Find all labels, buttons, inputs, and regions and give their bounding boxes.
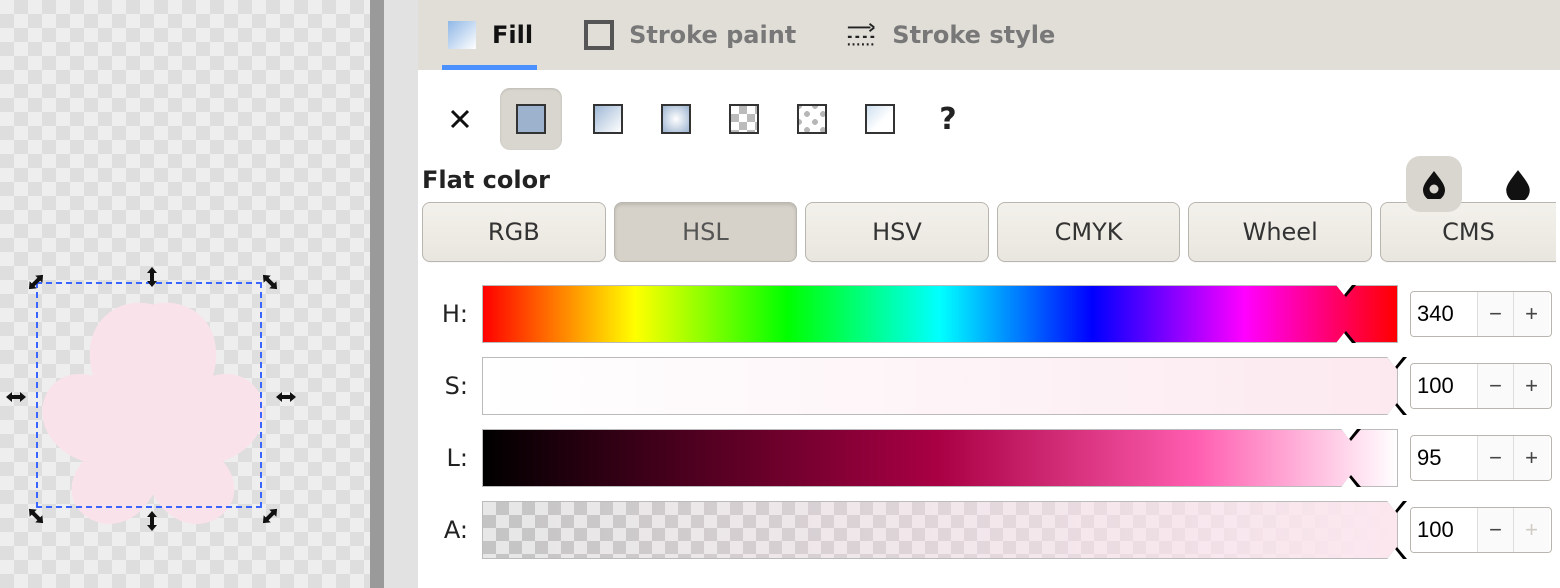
- spin-a-input[interactable]: [1411, 508, 1477, 552]
- panel-divider: [370, 0, 384, 588]
- droplet-hole-icon: [1419, 169, 1449, 199]
- color-mode-wheel[interactable]: Wheel: [1188, 202, 1372, 262]
- spin-h: − +: [1410, 291, 1552, 337]
- color-mode-cmyk-label: CMYK: [1055, 218, 1123, 246]
- fill-icon: [446, 19, 478, 51]
- tab-stroke-style[interactable]: Stroke style: [842, 0, 1059, 70]
- eyedropper-hole-button[interactable]: [1406, 156, 1462, 212]
- spin-l-decrement[interactable]: −: [1477, 436, 1513, 480]
- color-mode-hsl[interactable]: HSL: [614, 202, 798, 262]
- paint-type-heading: Flat color: [418, 164, 1560, 202]
- slider-row-lig: L: − +: [424, 422, 1552, 494]
- spin-h-input[interactable]: [1411, 292, 1477, 336]
- radial-gradient-icon: [661, 104, 691, 134]
- spin-h-decrement[interactable]: −: [1477, 292, 1513, 336]
- paint-type-radial-gradient[interactable]: [654, 97, 698, 141]
- stroke-style-icon: [846, 19, 878, 51]
- stroke-paint-icon: [583, 19, 615, 51]
- pattern-icon-2: [797, 104, 827, 134]
- tab-stroke-paint-label: Stroke paint: [629, 21, 796, 49]
- canvas-area[interactable]: [0, 0, 370, 588]
- selection-bounding-box: [36, 282, 262, 508]
- slider-row-alpha: A: − +: [424, 494, 1552, 566]
- paint-type-none[interactable]: [444, 97, 476, 141]
- spin-s: − +: [1410, 363, 1552, 409]
- resize-handle-bottom[interactable]: [140, 509, 164, 533]
- slider-label-a: A:: [424, 516, 470, 544]
- droplet-icon: [1502, 168, 1534, 200]
- paint-type-flat[interactable]: [500, 88, 562, 150]
- color-mode-wheel-label: Wheel: [1243, 218, 1318, 246]
- pattern-icon: [729, 104, 759, 134]
- slider-row-sat: S: − +: [424, 350, 1552, 422]
- linear-gradient-icon: [593, 104, 623, 134]
- paint-type-swatch[interactable]: [858, 97, 902, 141]
- eyedropper-button[interactable]: [1490, 156, 1546, 212]
- resize-handle-top[interactable]: [140, 265, 164, 289]
- resize-handle-right[interactable]: [274, 385, 298, 409]
- panel-gutter: [384, 0, 418, 588]
- color-mode-cms-label: CMS: [1442, 218, 1495, 246]
- flat-color-icon: [516, 104, 546, 134]
- paint-type-pattern[interactable]: [722, 97, 766, 141]
- tab-fill[interactable]: Fill: [442, 0, 537, 70]
- slider-label-h: H:: [424, 300, 470, 328]
- slider-row-hue: H: − +: [424, 278, 1552, 350]
- spin-l-input[interactable]: [1411, 436, 1477, 480]
- swatch-icon: [865, 104, 895, 134]
- spin-a: − +: [1410, 507, 1552, 553]
- paint-type-unknown[interactable]: ?: [926, 97, 970, 141]
- color-mode-rgb[interactable]: RGB: [422, 202, 606, 262]
- color-mode-hsv-label: HSV: [872, 218, 922, 246]
- color-mode-cmyk[interactable]: CMYK: [997, 202, 1181, 262]
- tab-fill-label: Fill: [492, 21, 533, 49]
- x-icon: [449, 108, 471, 130]
- color-mode-hsl-label: HSL: [682, 218, 729, 246]
- slider-label-l: L:: [424, 444, 470, 472]
- slider-label-s: S:: [424, 372, 470, 400]
- color-mode-hsv[interactable]: HSV: [805, 202, 989, 262]
- spin-a-decrement[interactable]: −: [1477, 508, 1513, 552]
- tab-stroke-style-label: Stroke style: [892, 21, 1055, 49]
- fill-stroke-panel: Fill Stroke paint Stroke style: [418, 0, 1560, 588]
- slider-track-l[interactable]: [482, 429, 1398, 487]
- spin-a-increment[interactable]: +: [1513, 508, 1549, 552]
- question-icon: ?: [939, 102, 956, 137]
- spin-s-decrement[interactable]: −: [1477, 364, 1513, 408]
- paint-type-pattern-2[interactable]: [790, 97, 834, 141]
- resize-handle-left[interactable]: [4, 385, 28, 409]
- paint-type-linear-gradient[interactable]: [586, 97, 630, 141]
- paint-type-row: ?: [418, 82, 1560, 164]
- panel-tabs: Fill Stroke paint Stroke style: [418, 0, 1560, 70]
- spin-l-increment[interactable]: +: [1513, 436, 1549, 480]
- spin-s-input[interactable]: [1411, 364, 1477, 408]
- selected-object[interactable]: [10, 255, 290, 560]
- slider-track-a[interactable]: [482, 501, 1398, 559]
- spin-h-increment[interactable]: +: [1513, 292, 1549, 336]
- tab-stroke-paint[interactable]: Stroke paint: [579, 0, 800, 70]
- color-mode-row: RGB HSL HSV CMYK Wheel CMS: [418, 202, 1560, 274]
- color-mode-rgb-label: RGB: [488, 218, 540, 246]
- spin-l: − +: [1410, 435, 1552, 481]
- slider-track-h[interactable]: [482, 285, 1398, 343]
- spin-s-increment[interactable]: +: [1513, 364, 1549, 408]
- slider-track-s[interactable]: [482, 357, 1398, 415]
